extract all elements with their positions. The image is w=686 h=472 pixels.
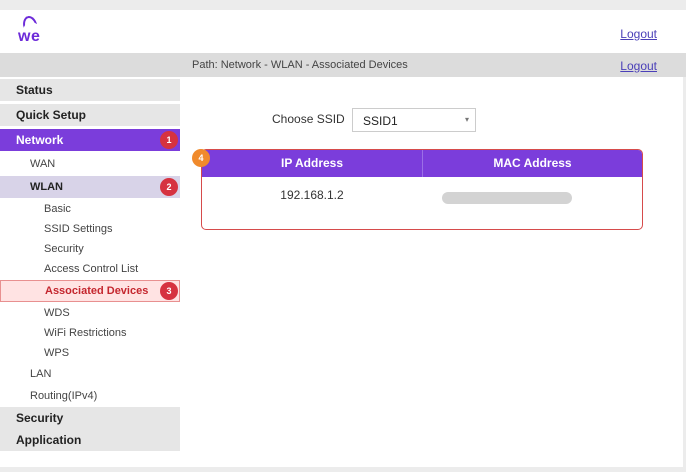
- sidebar-item-label: Routing(IPv4): [30, 390, 98, 402]
- logout-link[interactable]: Logout: [620, 59, 657, 73]
- sidebar-item-routing-ipv4[interactable]: Routing(IPv4): [0, 385, 180, 407]
- sidebar-item-label: WiFi Restrictions: [44, 327, 127, 339]
- sidebar-item-label: WDS: [44, 307, 70, 319]
- sidebar-item-wifi-restrictions[interactable]: WiFi Restrictions: [0, 323, 180, 343]
- column-header-mac-address: MAC Address: [422, 150, 642, 177]
- table-cell-mac-redacted: [442, 192, 572, 204]
- sidebar-item-label: Access Control List: [44, 263, 139, 275]
- chevron-down-icon: ▾: [464, 115, 469, 124]
- sidebar-item-label: Security: [44, 243, 84, 255]
- table-cell-ip: 192.168.1.2: [280, 188, 344, 202]
- sidebar-item-status[interactable]: Status: [0, 79, 180, 101]
- step-badge-network: 1: [160, 131, 178, 149]
- step-badge-wlan: 2: [160, 178, 178, 196]
- logo-arc-icon: [20, 14, 38, 28]
- table-header: IP Address MAC Address: [202, 150, 642, 177]
- sidebar-item-label: Associated Devices: [45, 285, 149, 297]
- main-content: Choose SSID SSID1 ▾ IP Address MAC Addre…: [180, 77, 683, 467]
- sidebar-item-access-control-list[interactable]: Access Control List: [0, 259, 180, 279]
- sidebar-item-label: WPS: [44, 347, 70, 359]
- sidebar-item-wlan[interactable]: WLAN: [0, 176, 180, 198]
- associated-devices-table: IP Address MAC Address 192.168.1.2: [201, 149, 643, 230]
- sidebar-item-label: LAN: [30, 368, 52, 380]
- ssid-select-value: SSID1: [363, 114, 398, 128]
- logout-link-header[interactable]: Logout: [620, 27, 657, 41]
- app-frame: we Logout Path: Network - WLAN - Associa…: [0, 0, 686, 472]
- breadcrumb-bar: Path: Network - WLAN - Associated Device…: [0, 53, 686, 77]
- sidebar-item-quick-setup[interactable]: Quick Setup: [0, 104, 180, 126]
- sidebar-item-security[interactable]: Security: [0, 407, 180, 429]
- brand-logo: we: [18, 14, 52, 50]
- sidebar-item-wds[interactable]: WDS: [0, 303, 180, 323]
- sidebar-item-label: Security: [16, 411, 64, 425]
- sidebar-item-application[interactable]: Application: [0, 429, 180, 451]
- sidebar-item-wps[interactable]: WPS: [0, 343, 180, 363]
- sidebar-item-label: Quick Setup: [16, 108, 87, 122]
- sidebar-item-label: Network: [16, 133, 64, 147]
- sidebar-item-label: SSID Settings: [44, 223, 113, 235]
- sidebar-item-wan[interactable]: WAN: [0, 153, 180, 175]
- step-badge-table: 4: [192, 149, 210, 167]
- sidebar: Status Quick Setup Network WAN WLAN Basi…: [0, 77, 180, 467]
- sidebar-item-label: Basic: [44, 203, 71, 215]
- sidebar-item-network[interactable]: Network: [0, 129, 180, 151]
- sidebar-item-ssid-settings[interactable]: SSID Settings: [0, 219, 180, 239]
- step-badge-associated-devices: 3: [160, 282, 178, 300]
- sidebar-item-basic[interactable]: Basic: [0, 199, 180, 219]
- sidebar-item-associated-devices[interactable]: Associated Devices: [0, 280, 180, 302]
- breadcrumb: Path: Network - WLAN - Associated Device…: [192, 59, 408, 71]
- column-header-ip-address: IP Address: [280, 156, 344, 170]
- choose-ssid-label: Choose SSID: [272, 112, 345, 126]
- sidebar-item-label: Application: [16, 433, 82, 447]
- sidebar-item-label: Status: [16, 83, 53, 97]
- sidebar-item-label: WLAN: [30, 181, 63, 193]
- ssid-select[interactable]: SSID1 ▾: [352, 108, 476, 132]
- sidebar-item-lan[interactable]: LAN: [0, 363, 180, 385]
- top-header: we Logout: [0, 10, 686, 53]
- logo-text: we: [18, 28, 41, 45]
- sidebar-item-label: WAN: [30, 158, 56, 170]
- sidebar-item-wlan-security[interactable]: Security: [0, 239, 180, 259]
